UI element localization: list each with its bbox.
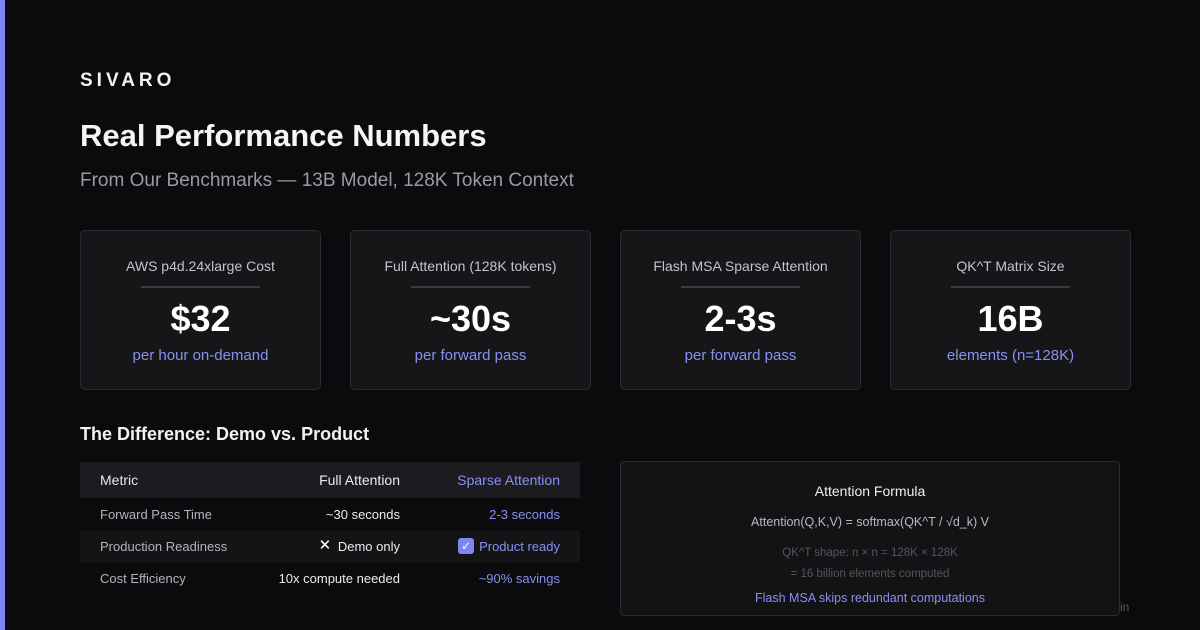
stat-card-value: $32 (170, 298, 231, 339)
stat-card-value: 2-3s (704, 298, 777, 339)
stat-card-value: ~30s (429, 298, 512, 339)
checkbox-checked-icon: ✓ (458, 538, 475, 554)
cross-icon: ✕ (318, 537, 332, 554)
stat-card-note: per forward pass (414, 347, 527, 364)
comparison-table: Metric Full Attention Sparse Attention F… (80, 462, 580, 594)
header-metric: Metric (100, 472, 139, 488)
table-row: Production Readiness ✕ Demo only ✓ Produ… (80, 530, 580, 562)
accent-bar (0, 0, 5, 630)
formula-panel: Attention Formula Attention(Q,K,V) = sof… (620, 461, 1120, 616)
row-sparse-text: Product ready (479, 538, 560, 554)
page-subtitle: From Our Benchmarks — 13B Model, 128K To… (80, 170, 574, 191)
slide: SIVARO Real Performance Numbers From Our… (0, 0, 1200, 630)
stat-card-divider (951, 286, 1070, 288)
stat-card-divider (681, 286, 800, 288)
stat-card-full-attention: Full Attention (128K tokens) ~30s per fo… (350, 230, 591, 390)
stat-card-sparse-attention: Flash MSA Sparse Attention 2-3s per forw… (620, 230, 861, 390)
corner-text: in (1120, 600, 1130, 614)
stat-card-value: 16B (977, 298, 1044, 339)
formula-equation: Attention(Q,K,V) = softmax(QK^T / √d_k) … (751, 515, 989, 529)
header-full-attention: Full Attention (319, 472, 400, 488)
row-sparse-value: ~90% savings (478, 570, 560, 586)
stat-card-note: elements (n=128K) (946, 347, 1075, 364)
formula-count: = 16 billion elements computed (790, 568, 950, 580)
row-full-value: ✕ Demo only (317, 530, 400, 562)
row-metric: Cost Efficiency (100, 570, 186, 586)
table-header-row: Metric Full Attention Sparse Attention (80, 462, 580, 498)
row-sparse-value: ✓ Product ready (458, 530, 560, 562)
table-row: Cost Efficiency 10x compute needed ~90% … (80, 562, 580, 594)
brand-logo: SIVARO (80, 70, 176, 91)
stat-card-label: Full Attention (128K tokens) (384, 258, 557, 274)
stat-card-note: per forward pass (684, 347, 797, 364)
header-sparse-attention: Sparse Attention (457, 472, 560, 488)
formula-note: Flash MSA skips redundant computations (755, 591, 985, 605)
comparison-title: The Difference: Demo vs. Product (80, 424, 370, 444)
row-sparse-value: 2-3 seconds (489, 506, 560, 522)
stat-card-label: QK^T Matrix Size (956, 258, 1065, 274)
formula-shape: QK^T shape: n × n = 128K × 128K (782, 547, 958, 559)
stat-card-cost: AWS p4d.24xlarge Cost $32 per hour on-de… (80, 230, 321, 390)
stat-card-divider (411, 286, 530, 288)
table-row: Forward Pass Time ~30 seconds 2-3 second… (80, 498, 580, 530)
stat-card-divider (141, 286, 260, 288)
stat-card-label: Flash MSA Sparse Attention (653, 258, 828, 274)
row-full-text: Demo only (337, 538, 400, 554)
formula-title: Attention Formula (814, 483, 926, 499)
stat-cards: AWS p4d.24xlarge Cost $32 per hour on-de… (80, 230, 1131, 390)
row-metric: Production Readiness (100, 538, 228, 554)
stat-card-note: per hour on-demand (132, 347, 269, 364)
row-full-value: ~30 seconds (325, 506, 400, 522)
row-full-value: 10x compute needed (278, 570, 400, 586)
stat-card-matrix-size: QK^T Matrix Size 16B elements (n=128K) (890, 230, 1131, 390)
row-metric: Forward Pass Time (100, 506, 212, 522)
stat-card-label: AWS p4d.24xlarge Cost (126, 258, 275, 274)
page-title: Real Performance Numbers (80, 118, 487, 153)
